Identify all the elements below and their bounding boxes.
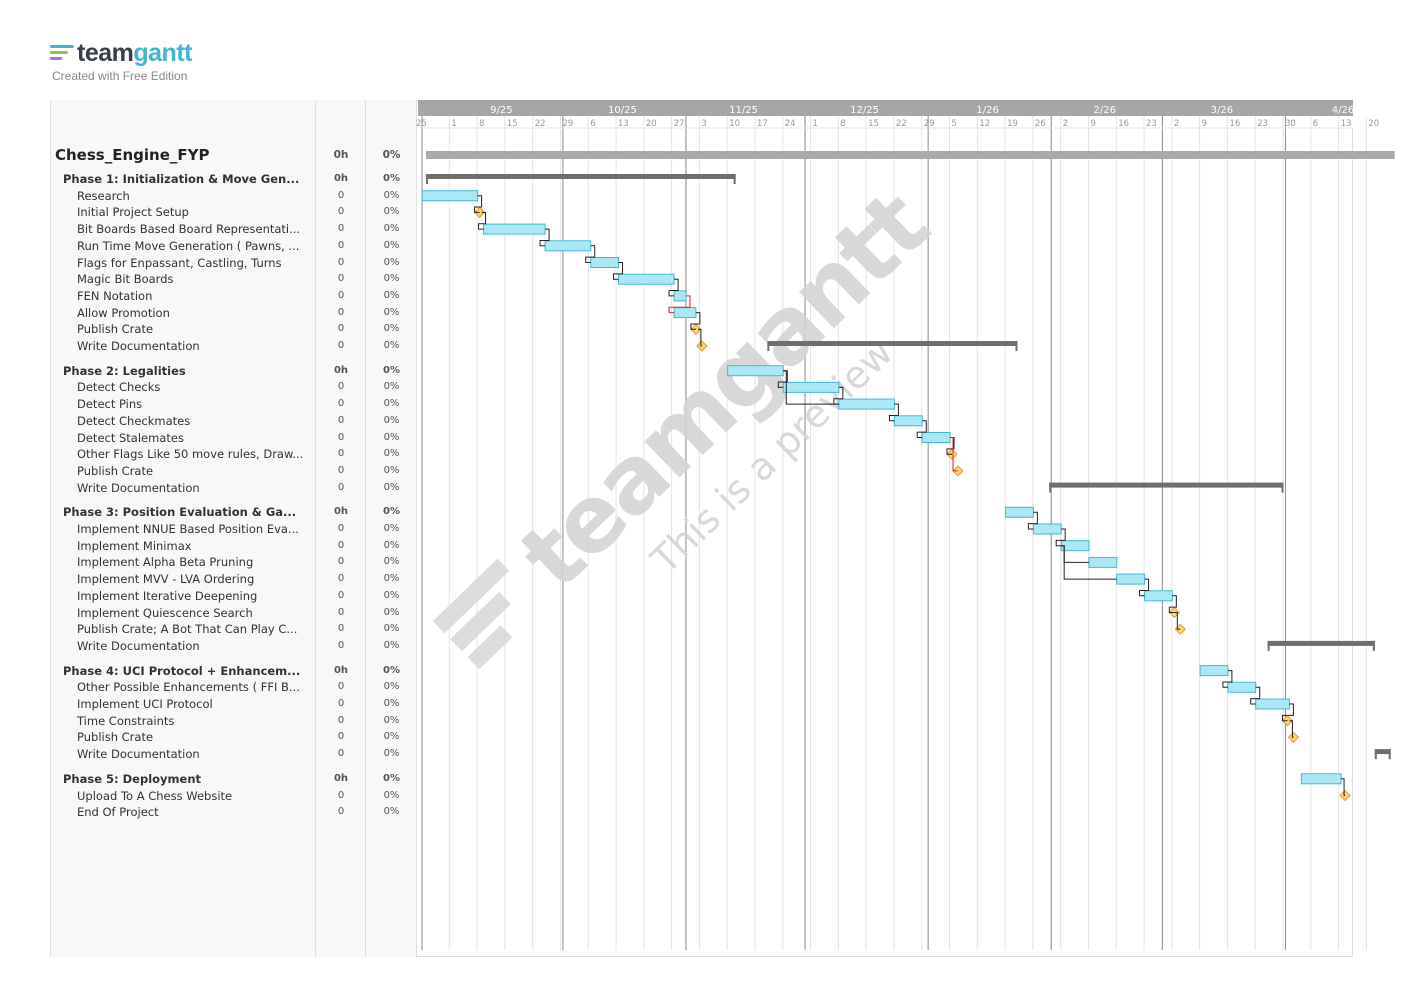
task-bar[interactable] <box>893 415 923 427</box>
month-label: 1/26 <box>976 105 998 116</box>
phase-bar-end-cap <box>1388 749 1391 760</box>
month-label: 4/26 <box>1332 105 1354 116</box>
task-bar[interactable] <box>1227 681 1257 693</box>
timeline-week-header <box>418 116 1353 128</box>
gantt-chart: 1 8 15 22 29 6 13 20 27 3 10 17 24 1 8 15 22 29 5 12 19 26 2 9 1… <box>416 100 1395 950</box>
phase-bar-end-cap <box>1015 341 1018 351</box>
phase-bar-start-cap <box>767 341 770 351</box>
phase-summary-bar[interactable] <box>1267 640 1375 646</box>
task-bar[interactable] <box>1199 665 1229 677</box>
task-bar[interactable] <box>483 223 546 235</box>
task-bar[interactable] <box>1255 698 1290 710</box>
task-bar[interactable] <box>1144 590 1173 602</box>
phase-bar-start-cap <box>1374 749 1377 760</box>
task-bar[interactable] <box>838 398 895 410</box>
phase-bar-end-cap <box>1281 482 1284 493</box>
month-label: 11/25 <box>729 105 758 116</box>
task-bar[interactable] <box>618 273 675 285</box>
task-bar[interactable] <box>1116 573 1146 585</box>
phase-bar-start-cap <box>1049 482 1052 493</box>
task-bar[interactable] <box>1032 523 1062 535</box>
task-bar[interactable] <box>727 365 784 377</box>
month-label: 9/25 <box>490 105 512 116</box>
task-bar[interactable] <box>673 307 697 319</box>
phase-bar-start-cap <box>1267 640 1270 651</box>
task-bar[interactable] <box>1088 556 1118 568</box>
phase-summary-bar[interactable] <box>1374 749 1391 755</box>
task-bar[interactable] <box>544 240 592 252</box>
phase-bar-end-cap <box>733 174 736 184</box>
month-label: 3/26 <box>1211 105 1233 116</box>
phase-summary-bar[interactable] <box>1049 482 1284 488</box>
phase-summary-bar[interactable] <box>767 341 1018 346</box>
project-summary-bar[interactable] <box>425 151 1395 159</box>
month-label: 2/26 <box>1094 105 1116 116</box>
month-label: 10/25 <box>608 105 637 116</box>
month-label: 12/25 <box>850 105 879 116</box>
phase-summary-bar[interactable] <box>425 174 736 179</box>
phase-bar-start-cap <box>425 174 428 184</box>
watermark-logo-text: teamgantt <box>500 171 948 609</box>
task-bar[interactable] <box>1060 540 1090 552</box>
week-tick-label: 20 <box>1368 119 1379 129</box>
task-bar[interactable] <box>421 190 479 202</box>
phase-bar-end-cap <box>1372 640 1375 651</box>
task-bar[interactable] <box>782 381 840 393</box>
task-bar[interactable] <box>921 432 951 443</box>
task-bar[interactable] <box>1005 506 1034 518</box>
task-bar[interactable] <box>1300 773 1342 785</box>
task-bar[interactable] <box>590 257 620 268</box>
task-bar[interactable] <box>673 290 687 302</box>
